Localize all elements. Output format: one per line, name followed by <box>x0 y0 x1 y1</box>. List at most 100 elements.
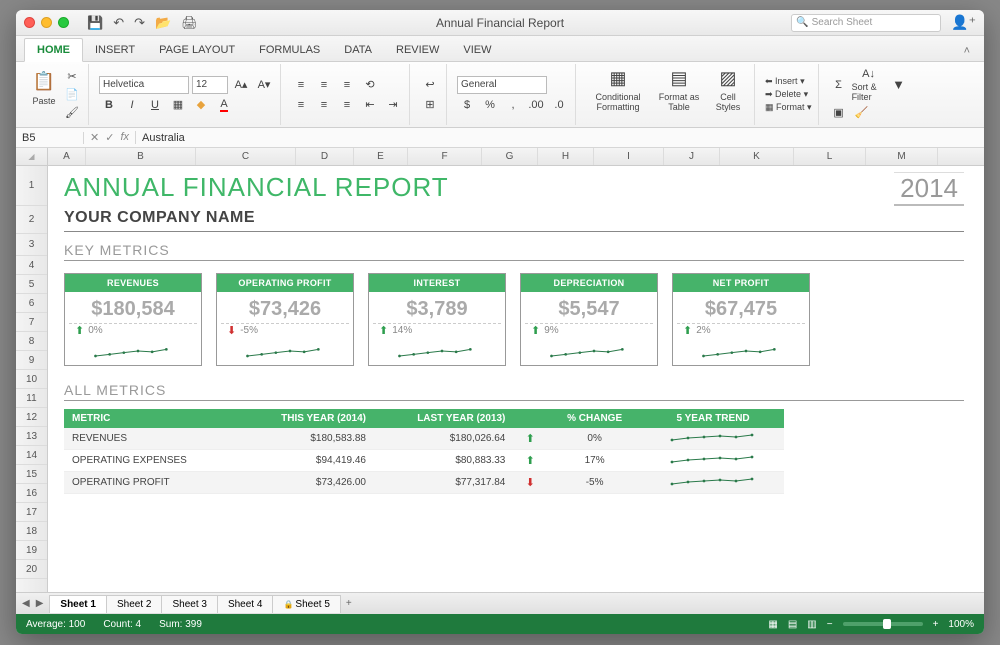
orientation-icon[interactable]: ⟲ <box>360 76 380 94</box>
sheet-tab[interactable]: Sheet 4 <box>217 595 273 613</box>
font-color-button[interactable]: A <box>214 96 234 114</box>
row-header[interactable]: 14 <box>16 446 47 465</box>
italic-button[interactable]: I <box>122 96 142 114</box>
formula-input[interactable]: Australia <box>136 132 191 144</box>
close-window-button[interactable] <box>24 17 35 28</box>
increase-indent-icon[interactable]: ⇥ <box>383 96 403 114</box>
autosum-icon[interactable]: Σ <box>829 76 849 94</box>
align-left-icon[interactable]: ≡ <box>291 96 311 114</box>
column-header[interactable]: C <box>196 148 296 165</box>
paste-button[interactable]: 📋 Paste <box>28 68 60 122</box>
tab-data[interactable]: DATA <box>332 39 384 61</box>
row-header[interactable]: 12 <box>16 408 47 427</box>
enter-formula-icon[interactable]: ✓ <box>105 131 114 144</box>
decrease-font-icon[interactable]: A▾ <box>254 76 274 94</box>
sheet-tab[interactable]: Sheet 2 <box>106 595 162 613</box>
column-header[interactable]: M <box>866 148 938 165</box>
decrease-decimal-icon[interactable]: .0 <box>549 96 569 114</box>
open-icon[interactable]: 📂 <box>155 15 171 31</box>
copy-icon[interactable]: 📄 <box>62 86 82 104</box>
merge-cells-icon[interactable]: ⊞ <box>420 96 440 114</box>
font-size-select[interactable]: 12 <box>192 76 228 94</box>
tab-view[interactable]: VIEW <box>451 39 503 61</box>
align-top-icon[interactable]: ≡ <box>291 76 311 94</box>
sort-filter-button[interactable]: A↓Sort & Filter <box>852 68 886 102</box>
page-layout-view-icon[interactable]: ▤ <box>788 619 797 630</box>
column-header[interactable]: H <box>538 148 594 165</box>
zoom-slider[interactable] <box>843 622 923 626</box>
currency-icon[interactable]: $ <box>457 96 477 114</box>
next-sheet-icon[interactable]: ▶ <box>34 598 46 609</box>
row-header[interactable]: 5 <box>16 275 47 294</box>
row-header[interactable]: 13 <box>16 427 47 446</box>
decrease-indent-icon[interactable]: ⇤ <box>360 96 380 114</box>
row-header[interactable]: 3 <box>16 234 47 256</box>
tab-review[interactable]: REVIEW <box>384 39 451 61</box>
redo-icon[interactable]: ↷ <box>134 15 145 31</box>
tab-formulas[interactable]: FORMULAS <box>247 39 332 61</box>
sheet-tab[interactable]: Sheet 3 <box>161 595 217 613</box>
wrap-text-icon[interactable]: ↩ <box>420 76 440 94</box>
insert-cells-button[interactable]: ⬅ Insert ▾ <box>765 76 805 87</box>
percent-icon[interactable]: % <box>480 96 500 114</box>
undo-icon[interactable]: ↶ <box>113 15 124 31</box>
row-header[interactable]: 4 <box>16 256 47 275</box>
maximize-window-button[interactable] <box>58 17 69 28</box>
column-header[interactable]: G <box>482 148 538 165</box>
row-header[interactable]: 1 <box>16 166 47 206</box>
row-header[interactable]: 18 <box>16 522 47 541</box>
worksheet-grid[interactable]: 2014 ANNUAL FINANCIAL REPORT YOUR COMPAN… <box>48 166 984 592</box>
select-all-corner[interactable]: ◢ <box>16 148 48 165</box>
conditional-formatting-button[interactable]: ▦Conditional Formatting <box>586 64 650 125</box>
column-header[interactable]: F <box>408 148 482 165</box>
row-header[interactable]: 7 <box>16 313 47 332</box>
align-bottom-icon[interactable]: ≡ <box>337 76 357 94</box>
cell-styles-button[interactable]: ▨Cell Styles <box>708 64 748 125</box>
fx-icon[interactable]: fx <box>120 131 129 144</box>
page-break-view-icon[interactable]: ▥ <box>807 619 816 630</box>
border-button[interactable]: ▦ <box>168 96 188 114</box>
sheet-tab[interactable]: Sheet 5 <box>272 595 340 613</box>
row-header[interactable]: 9 <box>16 351 47 370</box>
add-sheet-button[interactable]: + <box>340 596 358 611</box>
normal-view-icon[interactable]: ▦ <box>768 619 777 630</box>
tab-home[interactable]: HOME <box>24 38 83 62</box>
row-header[interactable]: 19 <box>16 541 47 560</box>
number-format-select[interactable]: General <box>457 76 547 94</box>
bold-button[interactable]: B <box>99 96 119 114</box>
increase-font-icon[interactable]: A▴ <box>231 76 251 94</box>
format-painter-icon[interactable]: 🖌 <box>62 104 82 122</box>
row-header[interactable]: 11 <box>16 389 47 408</box>
sheet-tab[interactable]: Sheet 1 <box>49 595 107 613</box>
save-icon[interactable]: 💾 <box>87 15 103 31</box>
cut-icon[interactable]: ✂ <box>62 68 82 86</box>
increase-decimal-icon[interactable]: .00 <box>526 96 546 114</box>
align-center-icon[interactable]: ≡ <box>314 96 334 114</box>
zoom-in-icon[interactable]: + <box>933 619 939 630</box>
tab-insert[interactable]: INSERT <box>83 39 147 61</box>
row-header[interactable]: 20 <box>16 560 47 579</box>
cancel-formula-icon[interactable]: ✕ <box>90 131 99 144</box>
row-header[interactable]: 16 <box>16 484 47 503</box>
clear-icon[interactable]: 🧹 <box>852 104 872 122</box>
column-header[interactable]: B <box>86 148 196 165</box>
comma-icon[interactable]: , <box>503 96 523 114</box>
align-right-icon[interactable]: ≡ <box>337 96 357 114</box>
row-header[interactable]: 10 <box>16 370 47 389</box>
format-cells-button[interactable]: ▦ Format ▾ <box>765 102 812 113</box>
filter-icon[interactable]: ▼ <box>889 76 909 94</box>
fill-icon[interactable]: ▣ <box>829 104 849 122</box>
delete-cells-button[interactable]: ➡ Delete ▾ <box>765 89 808 100</box>
first-sheet-icon[interactable]: ◀ <box>20 598 32 609</box>
zoom-out-icon[interactable]: − <box>827 619 833 630</box>
row-header[interactable]: 17 <box>16 503 47 522</box>
align-middle-icon[interactable]: ≡ <box>314 76 334 94</box>
underline-button[interactable]: U <box>145 96 165 114</box>
column-header[interactable]: L <box>794 148 866 165</box>
column-header[interactable]: J <box>664 148 720 165</box>
row-header[interactable]: 6 <box>16 294 47 313</box>
name-box[interactable]: B5 <box>16 132 84 144</box>
collapse-ribbon-icon[interactable]: ˄ <box>958 41 976 61</box>
format-as-table-button[interactable]: ▤Format as Table <box>654 64 704 125</box>
column-header[interactable]: E <box>354 148 408 165</box>
